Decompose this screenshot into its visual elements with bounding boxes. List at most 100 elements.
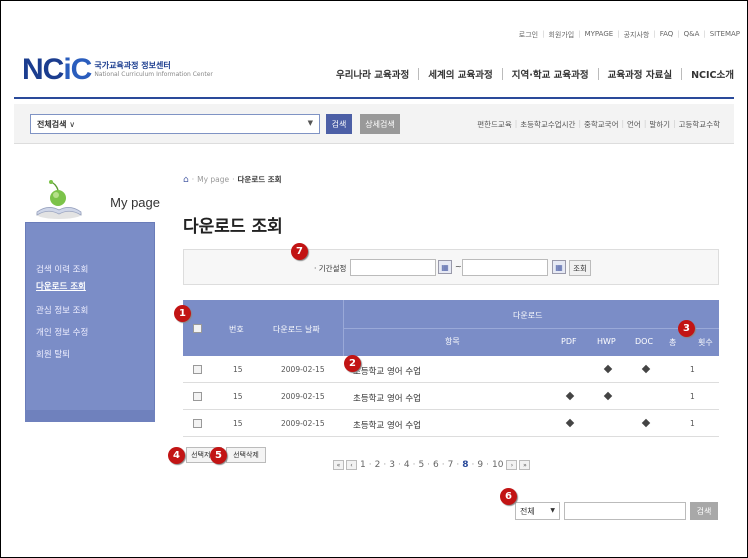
breadcrumb-mypage[interactable]: My page xyxy=(197,175,229,184)
notice-link[interactable]: 공지사항 xyxy=(624,30,650,40)
faq-link[interactable]: FAQ xyxy=(660,30,674,40)
row-no: 15 xyxy=(233,365,243,374)
page-link[interactable]: 9 xyxy=(476,460,484,470)
page-link[interactable]: 1 xyxy=(359,460,367,470)
period-filter: · 기간설정 ▦ ~ ▦ 조회 xyxy=(183,249,719,285)
end-date-input[interactable] xyxy=(462,259,548,276)
table-row: 15 2009-02-15 초등학교 영어 수업 1 xyxy=(183,356,719,383)
search-bar: 전체검색 ∨ ▼ 검색 상세검색 편한드교육 | 초등학교수업시간 | 중학교국어 |… xyxy=(14,104,734,144)
row-no: 15 xyxy=(233,419,243,428)
bottom-search-input[interactable] xyxy=(564,502,686,520)
table-row: 15 2009-02-15 초등학교 영어 수업 1 xyxy=(183,410,719,437)
pdf-available-icon[interactable] xyxy=(565,418,575,428)
mypage-link[interactable]: MYPAGE xyxy=(585,30,614,40)
row-checkbox[interactable] xyxy=(193,392,202,401)
row-title[interactable]: 초등학교 영어 수업 xyxy=(353,419,421,431)
row-title[interactable]: 초등학교 영어 수업 xyxy=(353,392,421,404)
login-link[interactable]: 로그인 xyxy=(519,30,538,40)
page-link-current[interactable]: 8 xyxy=(461,460,469,470)
home-icon[interactable]: ⌂ xyxy=(183,175,189,185)
page-link[interactable]: 3 xyxy=(388,460,396,470)
period-label: · 기간설정 xyxy=(314,264,347,273)
hwp-available-icon[interactable] xyxy=(603,391,613,401)
prev-page-icon[interactable]: ‹ xyxy=(346,460,357,470)
calendar-icon[interactable]: ▦ xyxy=(438,260,452,274)
detail-search-button[interactable]: 상세검색 xyxy=(360,114,400,134)
keyword-link[interactable]: 말하기 xyxy=(649,119,670,130)
col-doc: DOC xyxy=(635,337,654,346)
col-no: 번호 xyxy=(229,325,244,334)
page-link[interactable]: 10 xyxy=(491,460,504,470)
keyword-link[interactable]: 고등학교수학 xyxy=(679,119,720,130)
start-date-input[interactable] xyxy=(350,259,436,276)
sidebar-title: My page xyxy=(110,195,160,210)
sidebar: My page 검색 이력 조회 다운로드 조회 관심 정보 조회 개인 정보 … xyxy=(20,170,160,425)
doc-available-icon[interactable] xyxy=(641,418,651,428)
row-checkbox[interactable] xyxy=(193,365,202,374)
sidebar-item-download-history[interactable]: 다운로드 조회 xyxy=(36,280,86,292)
breadcrumb: ⌂ · My page · 다운로드 조회 xyxy=(183,174,282,185)
col-date: 다운로드 날짜 xyxy=(273,325,320,334)
annotation-badge-2: 2 xyxy=(344,355,361,372)
row-title[interactable]: 초등학교 영어 수업 xyxy=(353,365,421,377)
col-count: 총 xyxy=(669,338,677,347)
keyword-link[interactable]: 편한드교육 xyxy=(477,119,512,130)
main-nav: 우리나라 교육과정 세계의 교육과정 지역·학교 교육과정 교육과정 자료실 N… xyxy=(336,67,734,81)
select-all-checkbox[interactable] xyxy=(193,324,202,333)
row-count: 1 xyxy=(690,419,695,428)
table-row: 15 2009-02-15 초등학교 영어 수업 1 xyxy=(183,383,719,410)
search-category-select[interactable]: 전체검색 ∨ ▼ xyxy=(30,114,320,134)
pdf-available-icon[interactable] xyxy=(565,391,575,401)
hwp-available-icon[interactable] xyxy=(603,364,613,374)
sitemap-link[interactable]: SITEMAP xyxy=(710,30,740,40)
row-no: 15 xyxy=(233,392,243,401)
nav-materials[interactable]: 교육과정 자료실 xyxy=(608,67,673,81)
book-globe-icon xyxy=(36,180,82,219)
row-date: 2009-02-15 xyxy=(281,419,325,428)
col-pdf: PDF xyxy=(561,337,577,346)
bottom-search-button[interactable]: 검색 xyxy=(690,502,718,520)
logo-mark: NCiC xyxy=(22,53,92,86)
sidebar-item-edit-profile[interactable]: 개인 정보 수정 xyxy=(36,326,88,338)
page-link[interactable]: 5 xyxy=(417,460,425,470)
annotation-badge-7: 7 xyxy=(291,243,308,260)
sidebar-item-interests[interactable]: 관심 정보 조회 xyxy=(36,304,88,316)
nav-local-curriculum[interactable]: 지역·학교 교육과정 xyxy=(512,67,589,81)
nav-about[interactable]: NCIC소개 xyxy=(691,67,734,81)
row-checkbox[interactable] xyxy=(193,419,202,428)
keyword-link[interactable]: 언어 xyxy=(627,119,641,130)
select-delete-button[interactable]: 선택삭제 xyxy=(226,447,266,463)
doc-available-icon[interactable] xyxy=(641,364,651,374)
row-date: 2009-02-15 xyxy=(281,392,325,401)
signup-link[interactable]: 회원가입 xyxy=(548,30,574,40)
bottom-search-select[interactable]: 전체 ▼ xyxy=(515,502,560,520)
annotation-badge-4: 4 xyxy=(168,447,185,464)
keyword-link[interactable]: 초등학교수업시간 xyxy=(520,119,575,130)
nav-world-curriculum[interactable]: 세계의 교육과정 xyxy=(428,67,493,81)
page-link[interactable]: 6 xyxy=(432,460,440,470)
keyword-link[interactable]: 중학교국어 xyxy=(584,119,619,130)
calendar-icon[interactable]: ▦ xyxy=(552,260,566,274)
site-logo[interactable]: NCiC 국가교육과정 정보센터 National Curriculum Inf… xyxy=(22,55,213,85)
first-page-icon[interactable]: « xyxy=(333,460,344,470)
annotation-badge-5: 5 xyxy=(210,447,227,464)
page-link[interactable]: 7 xyxy=(447,460,455,470)
annotation-badge-3: 3 xyxy=(678,320,695,337)
search-button[interactable]: 검색 xyxy=(326,114,352,134)
dropdown-arrow-icon: ▼ xyxy=(307,119,313,127)
page-link[interactable]: 4 xyxy=(403,460,411,470)
popular-keywords: 편한드교육 | 초등학교수업시간 | 중학교국어 | 언어 | 말하기 | 고등학교수학 xyxy=(477,119,720,130)
row-count: 1 xyxy=(690,365,695,374)
nav-korea-curriculum[interactable]: 우리나라 교육과정 xyxy=(336,67,409,81)
download-table: 번호 다운로드 날짜 다운로드 항목 PDF HWP DOC 총 횟수 15 2… xyxy=(183,300,719,437)
sidebar-item-withdraw[interactable]: 회원 탈퇴 xyxy=(36,348,70,360)
page-link[interactable]: 2 xyxy=(374,460,382,470)
header-divider xyxy=(14,97,734,99)
sidebar-item-search-history[interactable]: 검색 이력 조회 xyxy=(36,263,88,275)
last-page-icon[interactable]: » xyxy=(519,460,531,470)
qna-link[interactable]: Q&A xyxy=(684,30,700,40)
next-page-icon[interactable]: › xyxy=(506,460,518,470)
period-query-button[interactable]: 조회 xyxy=(569,260,591,276)
col-count-suffix: 횟수 xyxy=(698,338,713,347)
row-count: 1 xyxy=(690,392,695,401)
